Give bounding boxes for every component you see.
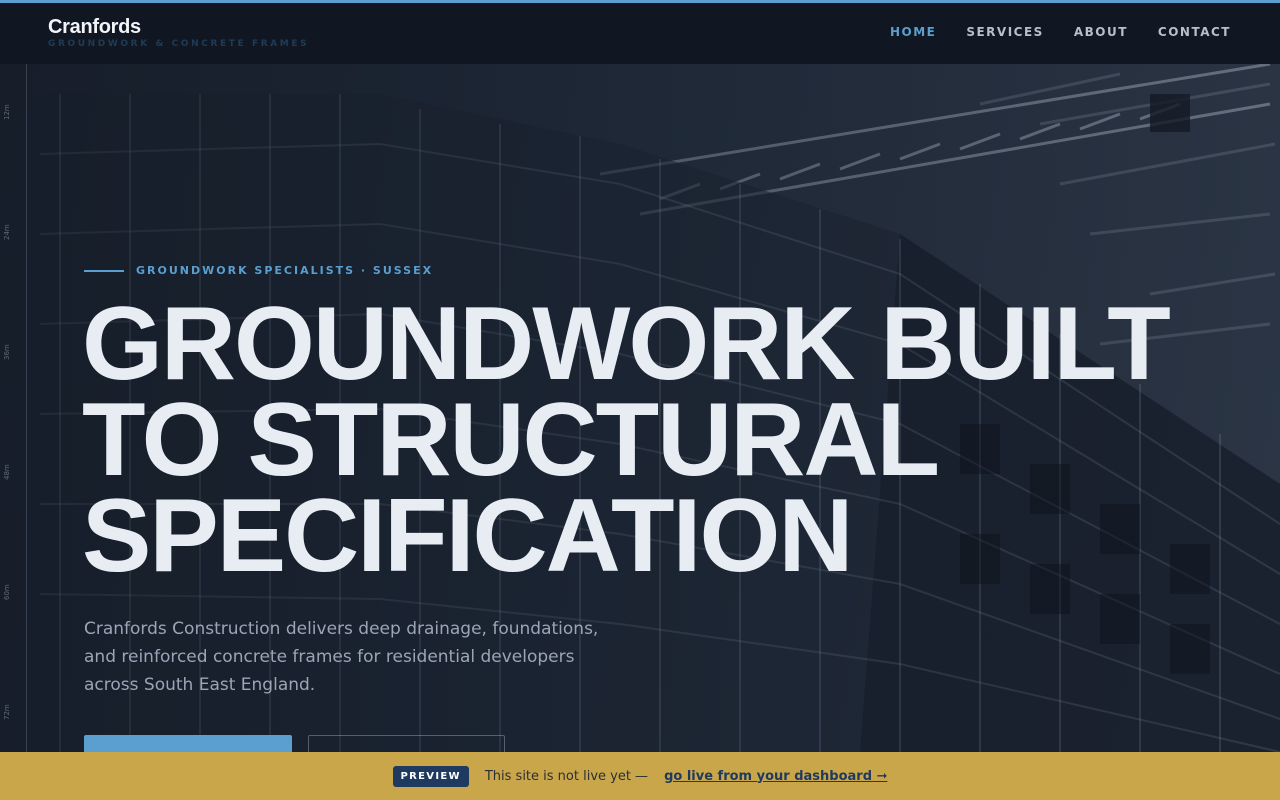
hero-eyebrow: GROUNDWORK SPECIALISTS · SUSSEX xyxy=(84,264,433,277)
hero-title-line: SPECIFICATION xyxy=(82,478,853,594)
ruler-label: 48m xyxy=(3,464,11,480)
hero-title: GROUNDWORK BUILT TO STRUCTURAL SPECIFICA… xyxy=(82,286,1232,594)
top-accent-line xyxy=(0,0,1280,3)
primary-cta-button[interactable] xyxy=(84,735,292,752)
preview-banner: PREVIEW This site is not live yet — go l… xyxy=(0,752,1280,800)
preview-text: This site is not live yet — xyxy=(484,768,649,784)
brand-tagline: GROUNDWORK & CONCRETE FRAMES xyxy=(48,39,310,49)
nav-contact[interactable]: CONTACT xyxy=(1158,25,1231,39)
brand-logo[interactable]: Cranfords GROUNDWORK & CONCRETE FRAMES xyxy=(48,16,309,50)
secondary-cta-button[interactable] xyxy=(308,735,505,752)
nav-about[interactable]: ABOUT xyxy=(1074,25,1128,39)
eyebrow-dash xyxy=(84,269,124,272)
go-live-link[interactable]: go live from your dashboard ➞ xyxy=(664,769,887,784)
ruler-label: 24m xyxy=(3,224,11,240)
height-ruler: 12m 24m 36m 48m 60m 72m xyxy=(0,64,28,752)
ruler-label: 60m xyxy=(3,584,11,600)
eyebrow-text: GROUNDWORK SPECIALISTS · SUSSEX xyxy=(136,264,434,277)
ruler-label: 12m xyxy=(3,104,11,120)
main-nav: HOME SERVICES ABOUT CONTACT xyxy=(860,25,1231,39)
hero-title-line: TO STRUCTURAL xyxy=(82,382,940,498)
ruler-line xyxy=(26,64,27,752)
site-header: Cranfords GROUNDWORK & CONCRETE FRAMES H… xyxy=(0,3,1280,64)
ruler-label: 36m xyxy=(3,344,11,360)
brand-name: Cranfords xyxy=(48,16,141,38)
hero-lead: Cranfords Construction delivers deep dra… xyxy=(84,619,599,695)
preview-badge: PREVIEW xyxy=(392,765,469,787)
ruler-label: 72m xyxy=(3,704,11,720)
nav-home[interactable]: HOME xyxy=(890,25,936,39)
nav-services[interactable]: SERVICES xyxy=(966,25,1043,39)
hero-title-line: GROUNDWORK BUILT xyxy=(82,286,1171,402)
hero-section: 12m 24m 36m 48m 60m 72m GROUNDWORK SPECI… xyxy=(0,64,1280,752)
